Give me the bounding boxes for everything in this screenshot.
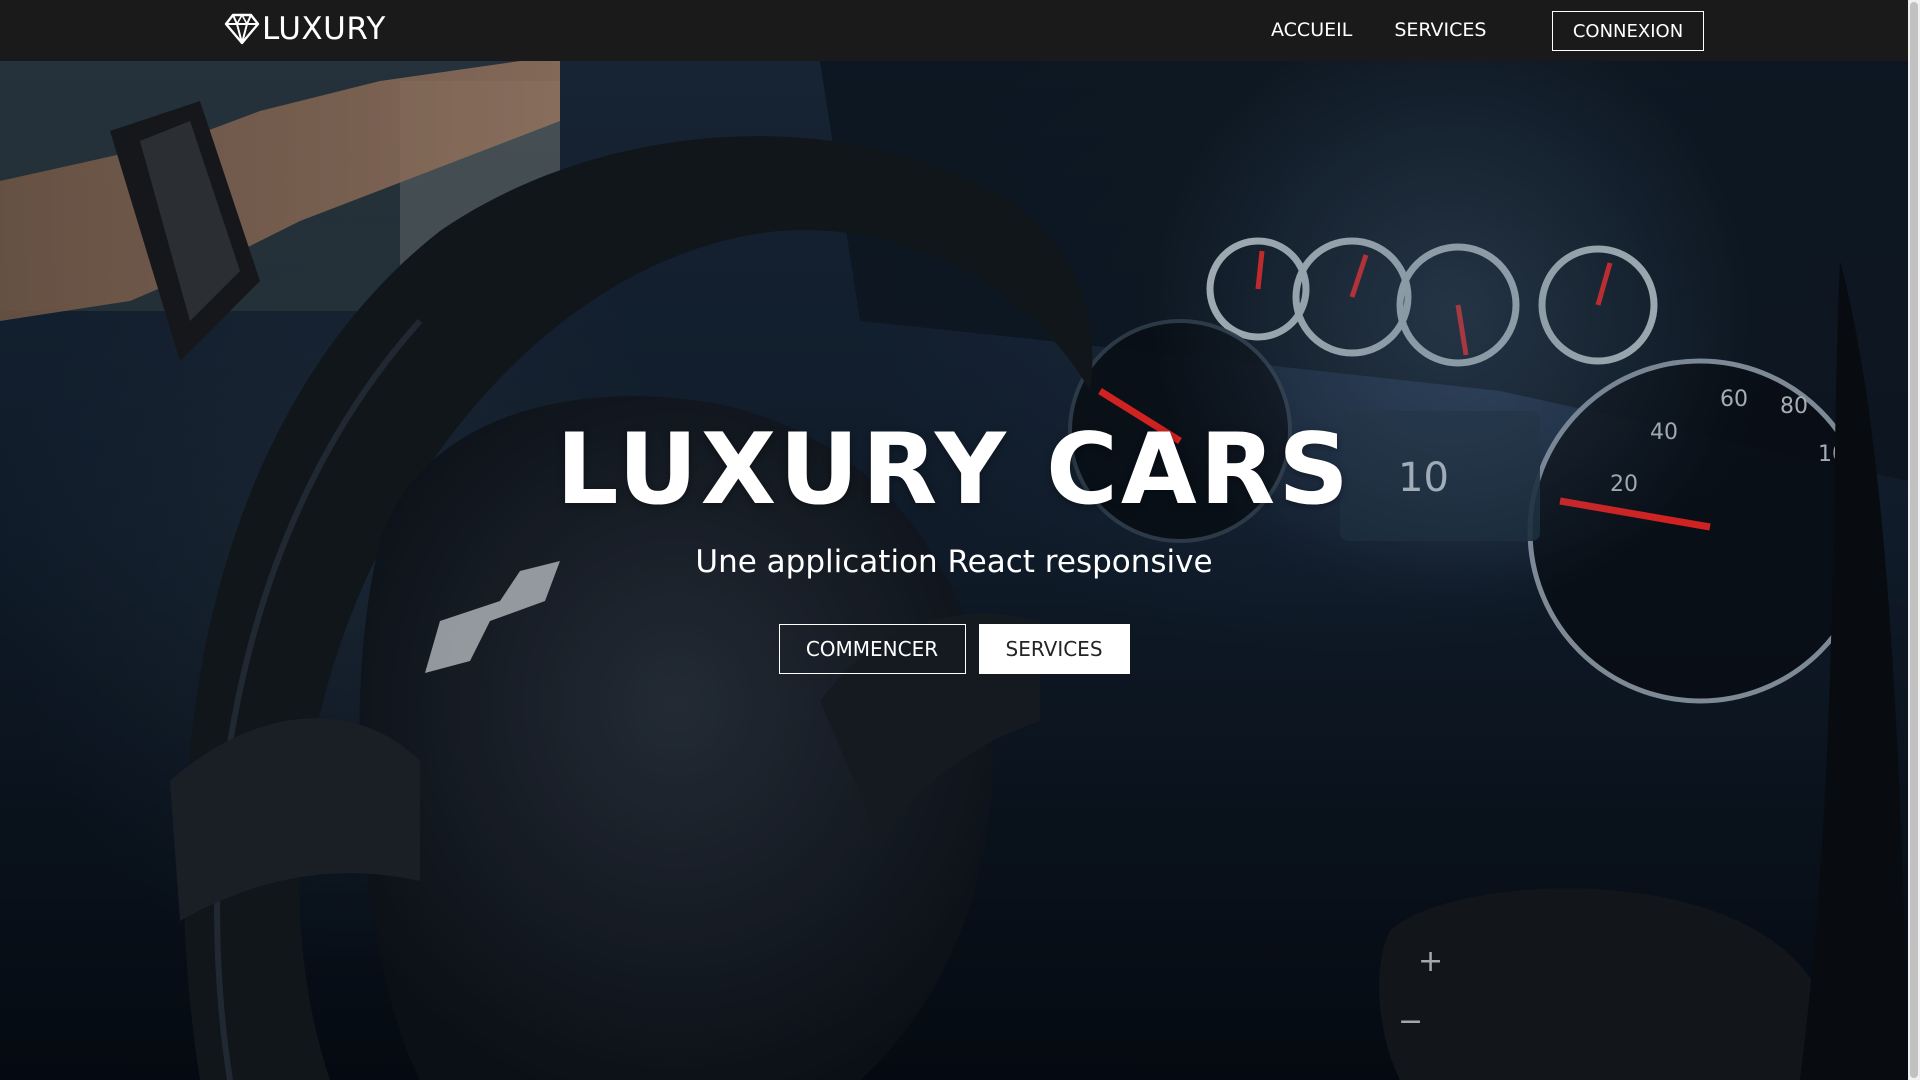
nav-link-services[interactable]: SERVICES [1373,0,1507,61]
hero-section: 20 40 60 80 100 10 [0,61,1908,1080]
hero-buttons: COMMENCER SERVICES [0,624,1908,674]
brand-name: LUXURY [262,11,386,47]
brand-logo-link[interactable]: LUXURY [224,12,386,46]
nav-link-accueil[interactable]: ACCUEIL [1250,0,1373,61]
login-button[interactable]: CONNEXION [1552,11,1704,51]
page: LUXURY ACCUEIL SERVICES CONNEXION 80 + −… [0,0,1920,1080]
nav-links: ACCUEIL SERVICES [1250,0,1507,61]
navbar: LUXURY ACCUEIL SERVICES CONNEXION [0,0,1908,61]
hero-title: LUXURY CARS [556,413,1352,527]
page-scrollbar[interactable] [1908,0,1920,1080]
scrollbar-thumb[interactable] [1910,2,1918,1078]
hero-subtitle: Une application React responsive [695,544,1213,580]
services-button[interactable]: SERVICES [978,624,1130,674]
hero-content: LUXURY CARS Une application React respon… [0,61,1908,1080]
get-started-button[interactable]: COMMENCER [778,624,966,674]
diamond-icon [224,13,260,45]
